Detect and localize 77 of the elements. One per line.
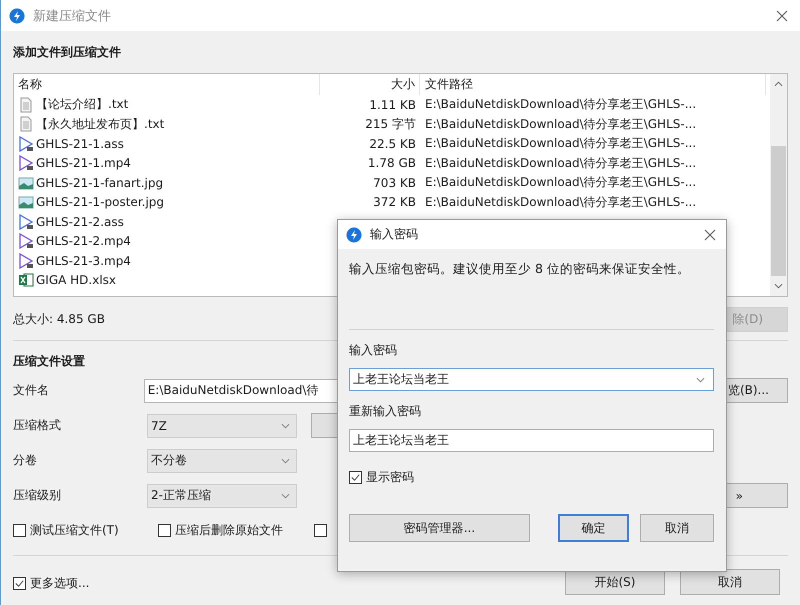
- file-size: 372 KB: [373, 195, 416, 210]
- column-header[interactable]: 大小: [320, 74, 420, 95]
- app-icon: [346, 226, 362, 242]
- play-icon: [18, 136, 34, 152]
- checkbox[interactable]: [158, 524, 171, 536]
- window-title: 新建压缩文件: [33, 8, 112, 24]
- password-field[interactable]: 上老王论坛当老王: [349, 368, 714, 391]
- field-label: 重新输入密码: [349, 403, 422, 420]
- spreadsheet-icon: [18, 272, 34, 288]
- dialog-title: 输入密码: [370, 226, 419, 243]
- field-label: 压缩格式: [13, 417, 62, 434]
- file-name[interactable]: 【论坛介绍】.txt: [36, 96, 128, 114]
- file-name[interactable]: GHLS-21-1.ass: [36, 136, 124, 151]
- play-icon: [18, 155, 34, 172]
- chevron-down-icon: [281, 422, 290, 428]
- file-name[interactable]: GHLS-21-1.mp4: [36, 156, 131, 170]
- document-icon: [18, 116, 34, 132]
- checkbox-label[interactable]: 测试压缩文件(T): [30, 522, 119, 538]
- checkbox[interactable]: [13, 577, 26, 590]
- column-header[interactable]: 文件路径: [420, 74, 766, 95]
- field-label: 压缩级别: [13, 487, 62, 504]
- file-path: E:\BaiduNetdiskDownload\待分享老王\GHLS-...: [425, 194, 696, 209]
- file-size: 1.11 KB: [369, 98, 416, 112]
- split-dropdown[interactable]: 不分卷: [147, 448, 297, 472]
- section-heading: 压缩文件设置: [13, 353, 86, 370]
- file-path: E:\BaiduNetdiskDownload\待分享老王\GHLS-...: [425, 136, 696, 150]
- file-name[interactable]: GHLS-21-2.ass: [36, 214, 124, 229]
- play-icon: [18, 233, 34, 250]
- checkbox-label[interactable]: 压缩后删除原始文件: [175, 522, 283, 538]
- field-label: 文件名: [13, 382, 50, 399]
- app-icon: [9, 8, 25, 24]
- password-field[interactable]: 上老王论坛当老王: [349, 429, 714, 452]
- file-path: E:\BaiduNetdiskDownload\待分享老王\GHLS-...: [425, 116, 696, 131]
- close-icon[interactable]: [776, 10, 788, 22]
- file-size: 22.5 KB: [369, 136, 416, 151]
- file-name[interactable]: GHLS-21-1-poster.jpg: [36, 195, 164, 210]
- file-size: 703 KB: [373, 176, 416, 190]
- section-heading: 添加文件到压缩文件: [13, 44, 122, 61]
- level-dropdown[interactable]: 2-正常压缩: [147, 484, 297, 508]
- chevron-down-icon[interactable]: [696, 376, 705, 382]
- document-icon: [18, 96, 34, 113]
- format-dropdown[interactable]: 7Z: [147, 414, 297, 438]
- scrollbar[interactable]: [770, 74, 787, 296]
- field-label: 输入密码: [349, 342, 398, 359]
- checkbox[interactable]: [13, 524, 26, 536]
- scroll-up-icon[interactable]: [774, 81, 783, 87]
- play-icon: [18, 252, 34, 269]
- cancel-button[interactable]: 取消: [680, 569, 780, 595]
- play-icon: [18, 214, 34, 230]
- scroll-thumb[interactable]: [771, 146, 786, 276]
- file-size: 1.78 GB: [368, 156, 416, 170]
- total-size: 总大小: 4.85 GB: [13, 311, 105, 328]
- column-header[interactable]: 名称: [14, 74, 320, 95]
- checkbox[interactable]: [349, 471, 362, 484]
- chevron-down-icon: [281, 458, 290, 464]
- file-name[interactable]: GHLS-21-2.mp4: [36, 234, 131, 248]
- file-size: 215 字节: [365, 116, 416, 131]
- file-name[interactable]: GHLS-21-1-fanart.jpg: [36, 176, 164, 190]
- image-icon: [18, 194, 34, 210]
- chevron-down-icon: [281, 492, 290, 498]
- password-manager-button[interactable]: 密码管理器...: [349, 514, 530, 542]
- close-icon[interactable]: [704, 228, 716, 240]
- file-name[interactable]: 【永久地址发布页】.txt: [36, 116, 164, 133]
- dialog-message: 输入压缩包密码。建议使用至少 8 位的密码来保证安全性。: [349, 261, 691, 278]
- checkbox-label[interactable]: 显示密码: [366, 469, 414, 486]
- scroll-down-icon[interactable]: [774, 283, 783, 289]
- file-name[interactable]: GIGA HD.xlsx: [36, 273, 116, 288]
- file-name[interactable]: GHLS-21-3.mp4: [36, 254, 131, 268]
- checkbox-label[interactable]: 更多选项...: [30, 575, 90, 592]
- checkbox[interactable]: [314, 524, 327, 536]
- file-path: E:\BaiduNetdiskDownload\待分享老王\GHLS-...: [425, 97, 696, 112]
- field-label: 分卷: [13, 452, 38, 469]
- file-path: E:\BaiduNetdiskDownload\待分享老王\GHLS-...: [425, 156, 696, 170]
- ok-button[interactable]: 确定: [558, 514, 630, 542]
- image-icon: [18, 174, 34, 191]
- file-path: E:\BaiduNetdiskDownload\待分享老王\GHLS-...: [425, 175, 696, 190]
- cancel-button[interactable]: 取消: [640, 514, 714, 542]
